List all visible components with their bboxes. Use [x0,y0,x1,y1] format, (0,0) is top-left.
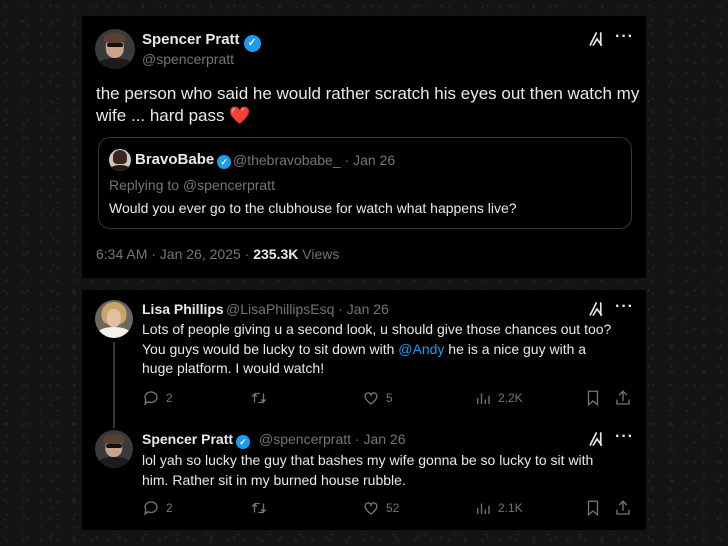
verified-badge-icon: ✓ [217,155,232,169]
verified-badge-icon: ✓ [236,435,251,449]
quoted-tweet[interactable]: BravoBabe ✓ @thebravobabe_ · Jan 26 Reply… [98,137,632,229]
views-icon [477,393,490,404]
lisa-avatar[interactable] [95,300,133,338]
views-button[interactable]: 2.2K [474,389,523,407]
more-icon[interactable]: ··· [615,298,634,316]
bookmark-icon [587,500,599,517]
reply2-text: lol yah so lucky the guy that bashes my … [142,452,594,488]
retweet-button[interactable] [250,499,268,517]
bookmark-button[interactable] [584,499,602,517]
share-icon [616,500,630,515]
like-button[interactable]: 5 [362,389,393,407]
views-icon [477,503,490,514]
timestamp[interactable]: 6:34 AM · Jan 26, 2025 · [96,246,249,262]
replying-to-label: Replying to @spencerpratt [109,177,275,193]
retweet-button[interactable] [250,389,268,407]
more-icon[interactable]: ··· [615,428,634,446]
reply2-author-handle[interactable]: @spencerpratt · Jan 26 [259,431,406,447]
reply1-author-name[interactable]: Lisa Phillips [142,301,224,317]
tweet-meta: 6:34 AM · Jan 26, 2025 · 235.3K Views [96,246,339,262]
retweet-icon [251,502,267,514]
main-author-handle[interactable]: @spencerpratt [142,51,234,67]
share-button[interactable] [614,389,632,407]
quoted-tweet-text: Would you ever go to the clubhouse for w… [109,200,517,216]
share-icon [616,390,630,405]
reply-button[interactable]: 2 [142,389,173,407]
reply1-text: Lots of people giving u a second look, u… [142,321,612,377]
main-author-name[interactable]: Spencer Pratt ✓ [142,31,261,52]
share-button[interactable] [614,499,632,517]
mention-link[interactable]: @Andy [398,341,444,357]
heart-icon: ❤️ [229,106,251,126]
verified-badge-icon: ✓ [243,35,261,52]
thread-line [113,342,115,428]
reply1-author-handle[interactable]: @LisaPhillipsEsq · Jan 26 [226,301,389,317]
grok-icon[interactable] [588,300,606,318]
like-button[interactable]: 52 [362,499,399,517]
grok-icon[interactable] [588,30,606,48]
like-icon [364,502,378,515]
reply-icon [143,501,158,516]
like-icon [364,392,378,405]
bookmark-button[interactable] [584,389,602,407]
grok-icon[interactable] [588,430,606,448]
views-count: 235.3K [253,246,299,262]
reply2-author-name[interactable]: Spencer Pratt ✓ [142,431,251,449]
reply-icon [143,391,158,406]
quoted-author-handle: @thebravobabe_ · Jan 26 [233,152,396,168]
spencer-avatar[interactable] [95,29,135,69]
retweet-icon [251,392,267,404]
more-icon[interactable]: ··· [615,28,634,46]
views-button[interactable]: 2.1K [474,499,523,517]
quoted-author-name: BravoBabe ✓ [135,151,232,169]
views-label: Views [302,246,340,262]
bravobabe-avatar [109,149,131,171]
bookmark-icon [587,390,599,407]
spencer-avatar[interactable] [95,430,133,468]
reply-button[interactable]: 2 [142,499,173,517]
main-tweet-text: the person who said he would rather scra… [96,84,640,126]
